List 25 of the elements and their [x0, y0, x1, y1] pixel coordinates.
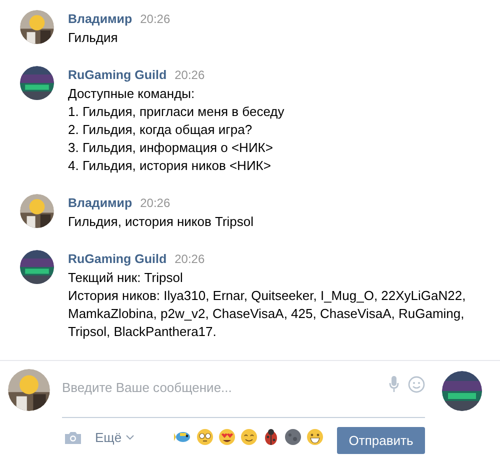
author-name[interactable]: RuGaming Guild	[68, 252, 167, 266]
message-time: 20:26	[174, 68, 205, 82]
message-text: История ников: Ilya310, Ernar, Quitseeker, I_Mug_O, 22XyLiGaN22, MamkaZlobina, p2w_v2, ChaseVisaA, 425, ChaseVisaA, RuGaming, Tripsol, BlackPanthera17.	[68, 287, 467, 341]
send-button[interactable]: Отправить	[337, 426, 425, 454]
moon-icon[interactable]	[284, 428, 302, 446]
emoji-icon[interactable]	[196, 428, 214, 446]
message-text: Гильдия, история ников Tripsol	[68, 213, 254, 231]
message-text: 2. Гильдия, когда общая игра?	[68, 121, 254, 139]
author-name[interactable]: RuGaming Guild	[68, 68, 167, 82]
emoji-icon[interactable]	[240, 428, 258, 446]
author-name[interactable]: Владимир	[68, 12, 132, 26]
message-time: 20:26	[140, 12, 170, 26]
message-text: Текщий ник: Tripsol	[68, 269, 184, 287]
emoji-icon[interactable]	[218, 428, 236, 446]
caret-icon	[126, 434, 134, 440]
message-text: 1. Гильдия, пригласи меня в беседу	[68, 103, 284, 121]
message-text: Доступные команды:	[68, 85, 196, 103]
message-time: 20:26	[174, 252, 205, 266]
author-name[interactable]: Владимир	[68, 196, 132, 210]
message-text: 4. Гильдия, история ников <НИК>	[68, 157, 272, 175]
message-time: 20:26	[140, 196, 170, 210]
message-text: Гильдия	[68, 29, 119, 47]
more-button[interactable]: Ещё	[95, 430, 134, 444]
message-text: 3. Гильдия, информация о <НИК>	[68, 139, 274, 157]
emoji-icon[interactable]	[306, 428, 324, 446]
